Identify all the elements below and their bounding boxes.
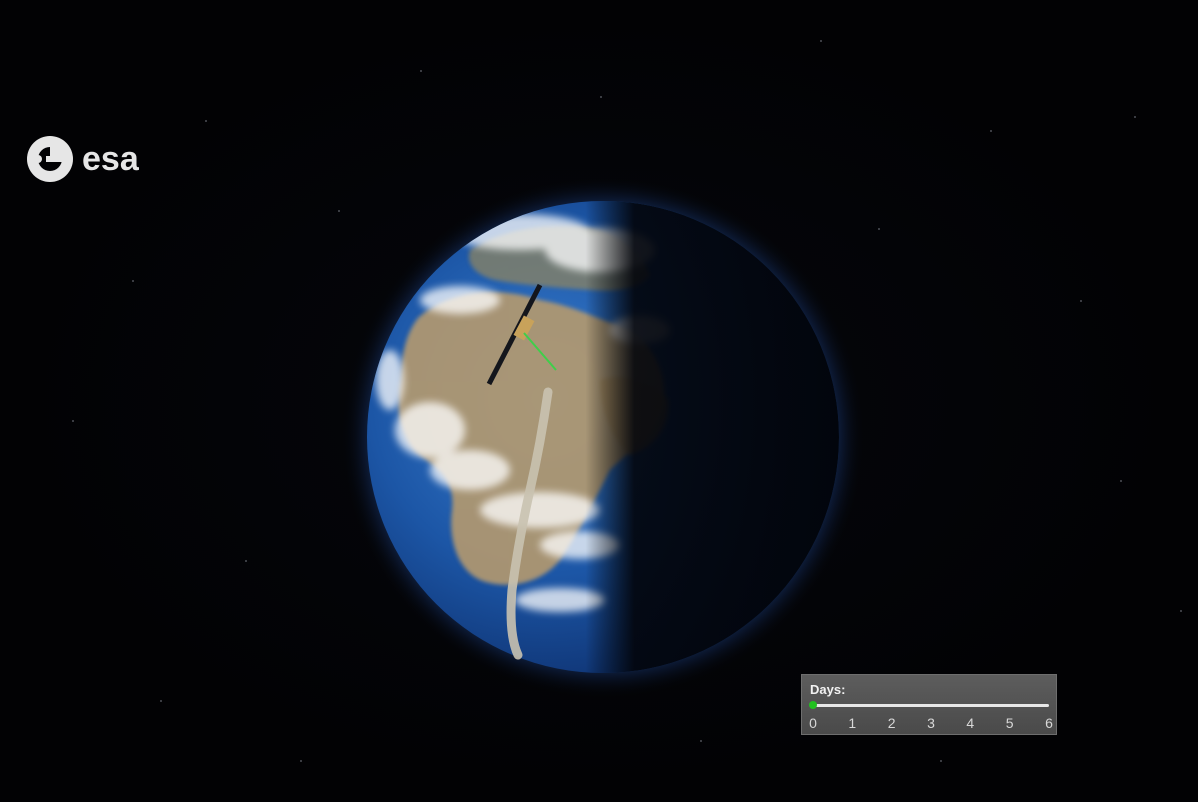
days-tick-label: 0: [809, 715, 817, 731]
space-scene: esa Days: 0 1 2 3 4 5 6: [0, 0, 1198, 802]
days-tick-label: 2: [887, 715, 896, 731]
days-slider-panel: Days: 0 1 2 3 4 5 6: [801, 674, 1057, 735]
days-tick-label: 4: [966, 715, 975, 731]
days-tick-label: 1: [848, 715, 857, 731]
days-slider-track[interactable]: [809, 701, 1049, 709]
days-label: Days:: [810, 682, 846, 697]
days-slider-handle[interactable]: [809, 701, 817, 709]
days-tick-label: 3: [927, 715, 935, 731]
days-tick-label: 5: [1005, 715, 1014, 731]
days-tick-label: 6: [1045, 715, 1053, 731]
